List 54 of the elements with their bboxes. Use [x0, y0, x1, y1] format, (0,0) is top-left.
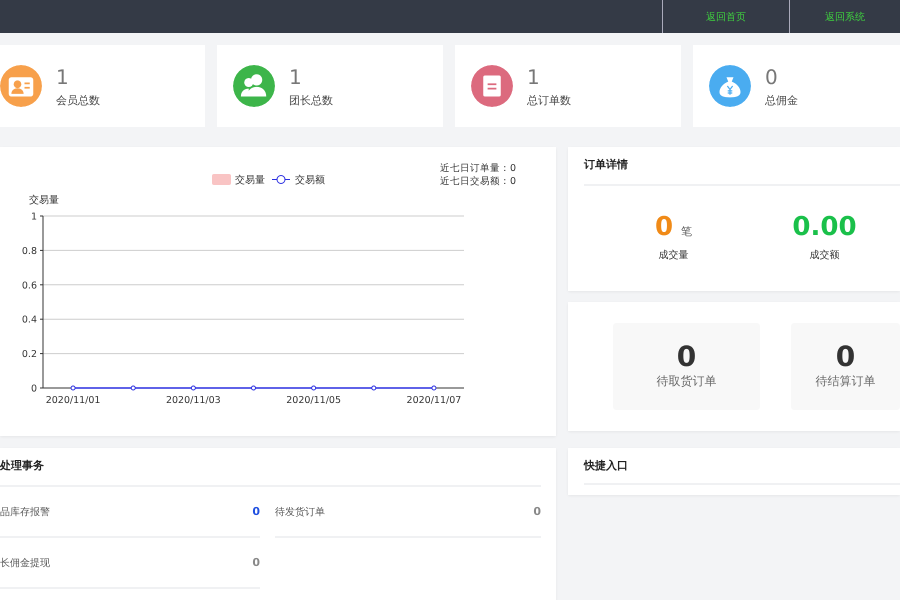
data-point	[431, 386, 436, 390]
tick-label: 0	[30, 384, 37, 394]
legend-label: 交易量	[235, 175, 265, 186]
task-count: 0	[252, 556, 260, 569]
tick-label: 0.8	[22, 246, 37, 257]
task-row[interactable]: 长佣金提现 0	[0, 538, 260, 589]
axis-title: 交易量	[29, 195, 59, 206]
data-point	[251, 386, 256, 390]
tick-label: 0.2	[22, 349, 37, 360]
data-point	[190, 386, 196, 390]
stat-value: 1	[289, 64, 303, 88]
task-row[interactable]: 待发货订单 0	[275, 487, 541, 538]
pending-count: 0	[676, 343, 696, 371]
pending-count: 0	[836, 343, 856, 371]
data-point	[130, 386, 136, 390]
stat-value: 1	[56, 64, 70, 88]
legend-line-marker	[272, 175, 290, 184]
task-count: 0	[252, 505, 260, 518]
tick-label: 2020/11/05	[286, 395, 342, 406]
unit-label: 笔	[681, 224, 692, 239]
tick-label: 0.6	[22, 280, 37, 292]
summary-text: 近七日交易额：0	[440, 176, 516, 187]
nav-link[interactable]: 返回系统	[789, 0, 900, 33]
stat-value: 1	[527, 64, 541, 88]
stat-label: 总佣金	[765, 92, 798, 108]
task-label: 待发货订单	[275, 506, 325, 518]
card-title: 处理事务	[0, 448, 541, 487]
pending-label: 待取货订单	[656, 373, 716, 390]
stat-value: 0	[765, 64, 779, 88]
card-title: 快捷入口	[584, 448, 900, 485]
data-point	[371, 386, 376, 390]
nav-link[interactable]: 返回首页	[662, 0, 789, 33]
stat-label: 会员总数	[56, 92, 100, 108]
task-count: 0	[533, 505, 541, 518]
tick-label: 1	[30, 212, 37, 222]
data-point	[70, 386, 76, 390]
task-label: 品库存报警	[0, 506, 50, 518]
data-point	[311, 386, 316, 390]
task-label: 长佣金提现	[0, 556, 50, 570]
summary-text: 近七日订单量：0	[440, 163, 516, 174]
metric-value: 0	[654, 212, 674, 242]
metric-value: 0.00	[792, 212, 857, 242]
card-title: 订单详情	[584, 147, 900, 186]
metric-label: 成交量	[658, 248, 688, 262]
stat-label: 总订单数	[527, 92, 571, 108]
task-row[interactable]: 品库存报警 0	[0, 487, 260, 538]
pending-label: 待结算订单	[816, 373, 876, 390]
tick-label: 0.4	[22, 314, 37, 326]
legend-label: 交易额	[295, 175, 325, 186]
tick-label: 2020/11/03	[166, 395, 221, 406]
stat-label: 团长总数	[289, 92, 333, 108]
tick-label: 2020/11/07	[406, 395, 462, 406]
tick-label: 2020/11/01	[46, 395, 100, 406]
metric-label: 成交额	[810, 248, 840, 262]
